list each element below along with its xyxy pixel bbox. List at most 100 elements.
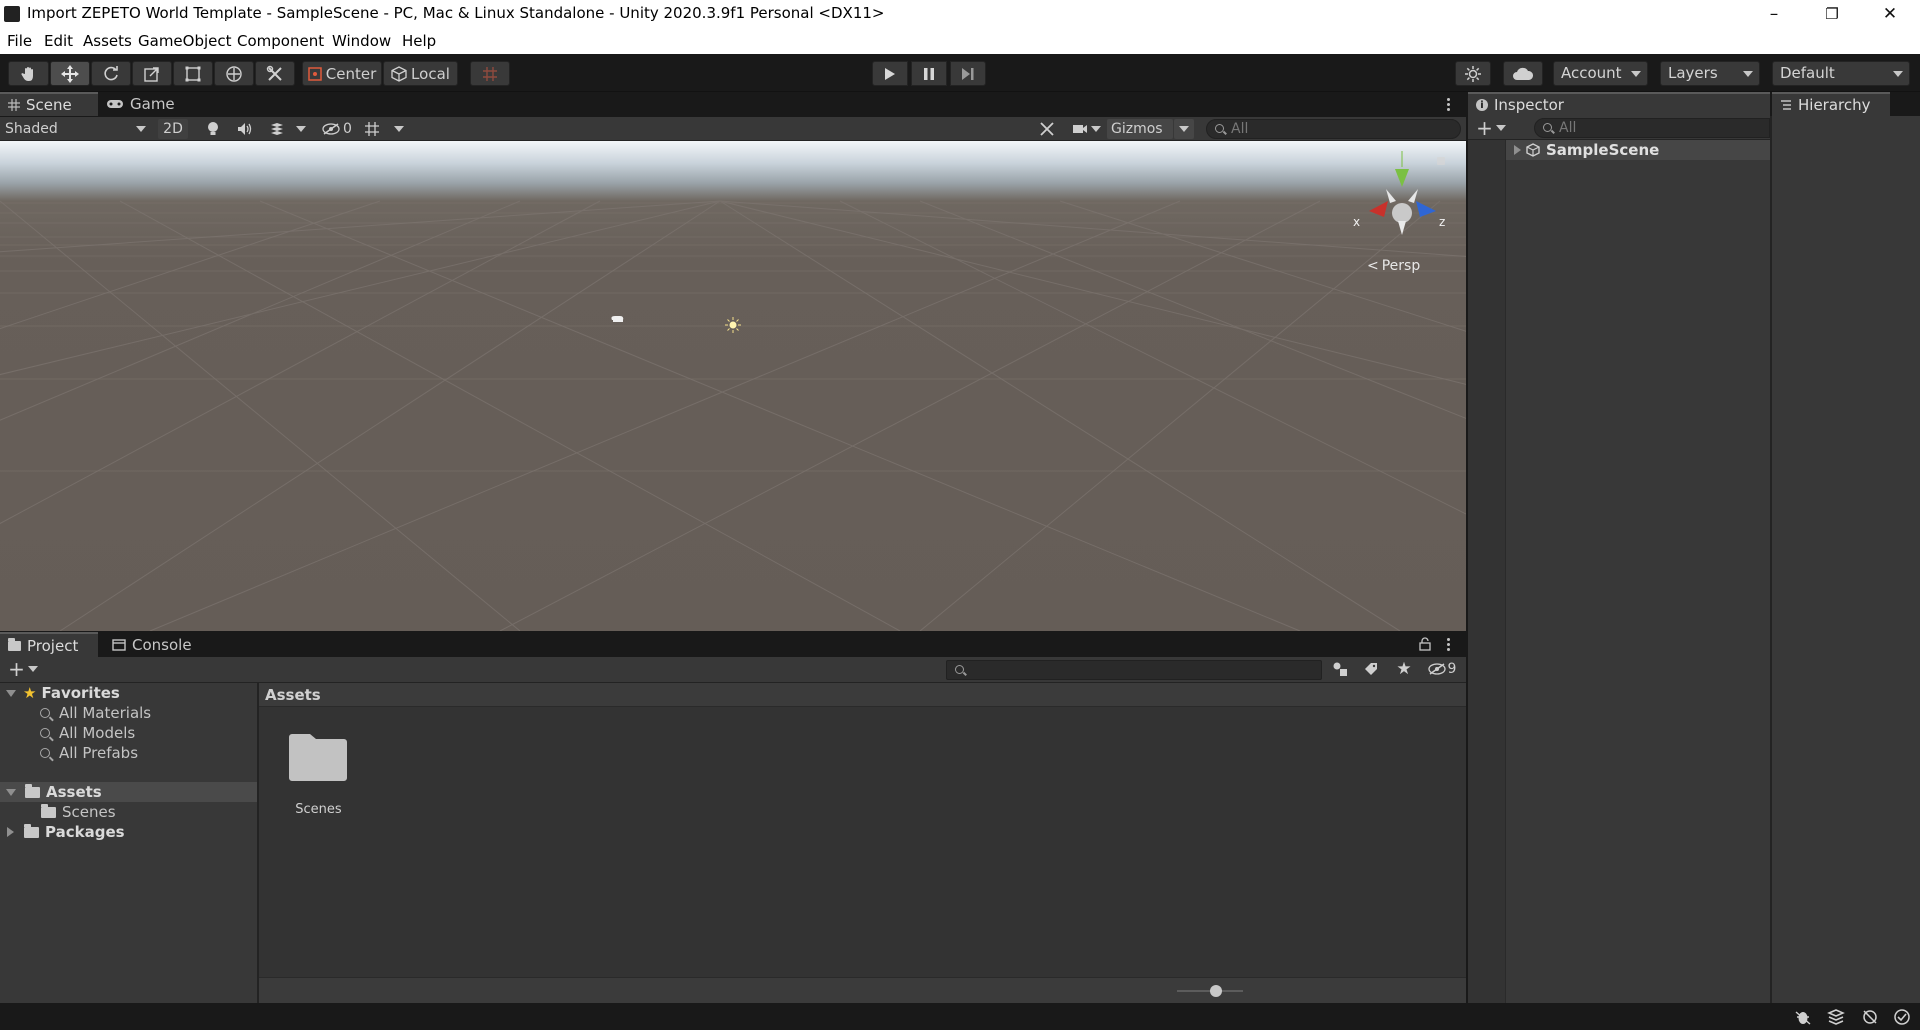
expand-arrow-icon[interactable]	[6, 689, 16, 697]
progress-check-icon[interactable]	[1893, 1008, 1911, 1026]
search-by-label-button[interactable]	[1359, 659, 1383, 679]
cloud-button[interactable]	[1503, 61, 1543, 86]
hidden-packages-toggle[interactable]: 9	[1424, 659, 1460, 679]
pivot-rotation-button[interactable]: Local	[383, 61, 458, 86]
restore-button[interactable]: ❐	[1803, 0, 1861, 28]
custom-tool-button[interactable]	[255, 61, 295, 86]
folder-icon	[289, 734, 347, 781]
play-button[interactable]	[872, 61, 908, 86]
project-search-input[interactable]	[946, 660, 1322, 680]
minimize-button[interactable]: –	[1745, 0, 1803, 28]
breadcrumb-assets[interactable]: Assets	[265, 686, 321, 704]
camera-settings-button[interactable]	[1068, 119, 1104, 139]
effects-toggle[interactable]	[264, 119, 290, 139]
shading-mode-dropdown[interactable]: Shaded	[5, 119, 150, 139]
effects-dropdown[interactable]	[292, 119, 310, 139]
zoom-slider-handle[interactable]	[1210, 985, 1222, 997]
tab-inspector-label: Inspector	[1494, 96, 1564, 114]
menu-window[interactable]: Window	[332, 32, 391, 50]
scale-tool-button[interactable]	[132, 61, 172, 86]
tree-favorites[interactable]: ★ Favorites	[0, 683, 257, 703]
tab-project[interactable]: Project	[0, 632, 98, 657]
scene-viewport[interactable]: x z < Persp	[0, 141, 1466, 631]
tree-assets[interactable]: Assets	[0, 782, 257, 802]
scene-item-row[interactable]: SampleScene	[1506, 140, 1770, 160]
hidden-objects-toggle[interactable]: 0	[318, 119, 356, 139]
close-button[interactable]: ✕	[1861, 0, 1919, 28]
create-asset-button[interactable]: +	[6, 657, 40, 681]
chevron-down-icon	[27, 666, 38, 672]
search-icon	[40, 727, 51, 739]
expand-arrow-icon[interactable]	[6, 788, 16, 796]
2d-toggle[interactable]: 2D	[158, 119, 188, 139]
lighting-toggle[interactable]	[200, 119, 226, 139]
project-more-icon[interactable]	[1447, 638, 1451, 651]
menu-component[interactable]: Component	[237, 32, 324, 50]
gizmos-button[interactable]: Gizmos	[1107, 119, 1173, 139]
tools-icon	[1040, 122, 1054, 136]
lock-icon[interactable]	[1419, 637, 1431, 651]
collab-button[interactable]	[1455, 61, 1491, 86]
tree-item-all-models[interactable]: All Models	[0, 723, 257, 743]
tab-project-label: Project	[27, 636, 79, 655]
rect-tool-button[interactable]	[173, 61, 213, 86]
snap-grid-button[interactable]	[470, 61, 510, 86]
grid-toggle[interactable]	[360, 119, 384, 139]
add-button[interactable]: +	[1474, 116, 1508, 140]
account-dropdown[interactable]: Account	[1553, 61, 1648, 86]
scene-tools-button[interactable]	[1035, 119, 1059, 139]
menu-help[interactable]: Help	[402, 32, 436, 50]
tab-hierarchy[interactable]: Hierarchy	[1772, 92, 1890, 116]
window-title-bar: Import ZEPETO World Template - SampleSce…	[0, 0, 1920, 28]
scene-item-label: SampleScene	[1546, 141, 1660, 159]
menu-assets[interactable]: Assets	[83, 32, 132, 50]
hand-tool-button[interactable]	[8, 61, 49, 86]
tree-item-scenes[interactable]: Scenes	[0, 802, 257, 822]
debug-bug-icon[interactable]	[1794, 1008, 1812, 1026]
asset-item-scenes[interactable]: Scenes	[281, 731, 351, 821]
favorite-button[interactable]: ★	[1392, 659, 1416, 679]
auto-generate-lighting-icon[interactable]	[1861, 1008, 1879, 1026]
step-button[interactable]	[950, 61, 986, 86]
chevron-down-icon	[1743, 71, 1753, 77]
tree-item-all-materials[interactable]: All Materials	[0, 703, 257, 723]
main-toolbar: Center Local Account Layers Default	[0, 54, 1920, 92]
rotate-icon	[104, 65, 118, 80]
collab-sun-icon	[1465, 65, 1481, 82]
project-tab-bar: Project Console	[0, 632, 1466, 657]
tree-item-all-prefabs[interactable]: All Prefabs	[0, 743, 257, 763]
console-icon	[112, 638, 126, 651]
tab-game[interactable]: Game	[98, 92, 188, 116]
layout-dropdown[interactable]: Default	[1772, 61, 1910, 86]
scene-search-input[interactable]: All	[1206, 119, 1461, 139]
layers-dropdown[interactable]: Layers	[1660, 61, 1760, 86]
tab-console[interactable]: Console	[104, 632, 204, 657]
expand-arrow-icon[interactable]	[7, 827, 14, 837]
expand-arrow-icon[interactable]	[1514, 145, 1521, 155]
transform-tool-button[interactable]	[214, 61, 254, 86]
tree-item-label: All Prefabs	[59, 744, 139, 762]
cache-stack-icon[interactable]	[1827, 1008, 1845, 1026]
chevron-down-icon	[1090, 126, 1101, 132]
rotate-tool-button[interactable]	[91, 61, 131, 86]
pause-button[interactable]	[911, 61, 947, 86]
scene-more-icon[interactable]	[1447, 98, 1451, 111]
inspector-search-input[interactable]: All	[1534, 118, 1770, 138]
tree-item-label: All Materials	[59, 704, 152, 722]
tab-scene[interactable]: Scene	[0, 92, 98, 116]
gizmos-dropdown[interactable]	[1174, 119, 1194, 139]
grid-snap-icon	[483, 66, 497, 81]
tree-packages[interactable]: Packages	[0, 822, 257, 842]
projection-toggle[interactable]: < Persp	[1367, 258, 1420, 274]
menu-edit[interactable]: Edit	[44, 32, 73, 50]
window-title: Import ZEPETO World Template - SampleSce…	[27, 4, 885, 22]
grid-dropdown[interactable]	[390, 119, 408, 139]
audio-toggle[interactable]	[232, 119, 258, 139]
search-by-type-button[interactable]	[1328, 659, 1352, 679]
tab-inspector[interactable]: i Inspector	[1468, 92, 1770, 116]
move-tool-button[interactable]	[50, 61, 90, 86]
menu-gameobject[interactable]: GameObject	[138, 32, 232, 50]
eye-hidden-icon	[322, 123, 340, 135]
menu-file[interactable]: File	[7, 32, 32, 50]
pivot-mode-button[interactable]: Center	[302, 61, 382, 86]
